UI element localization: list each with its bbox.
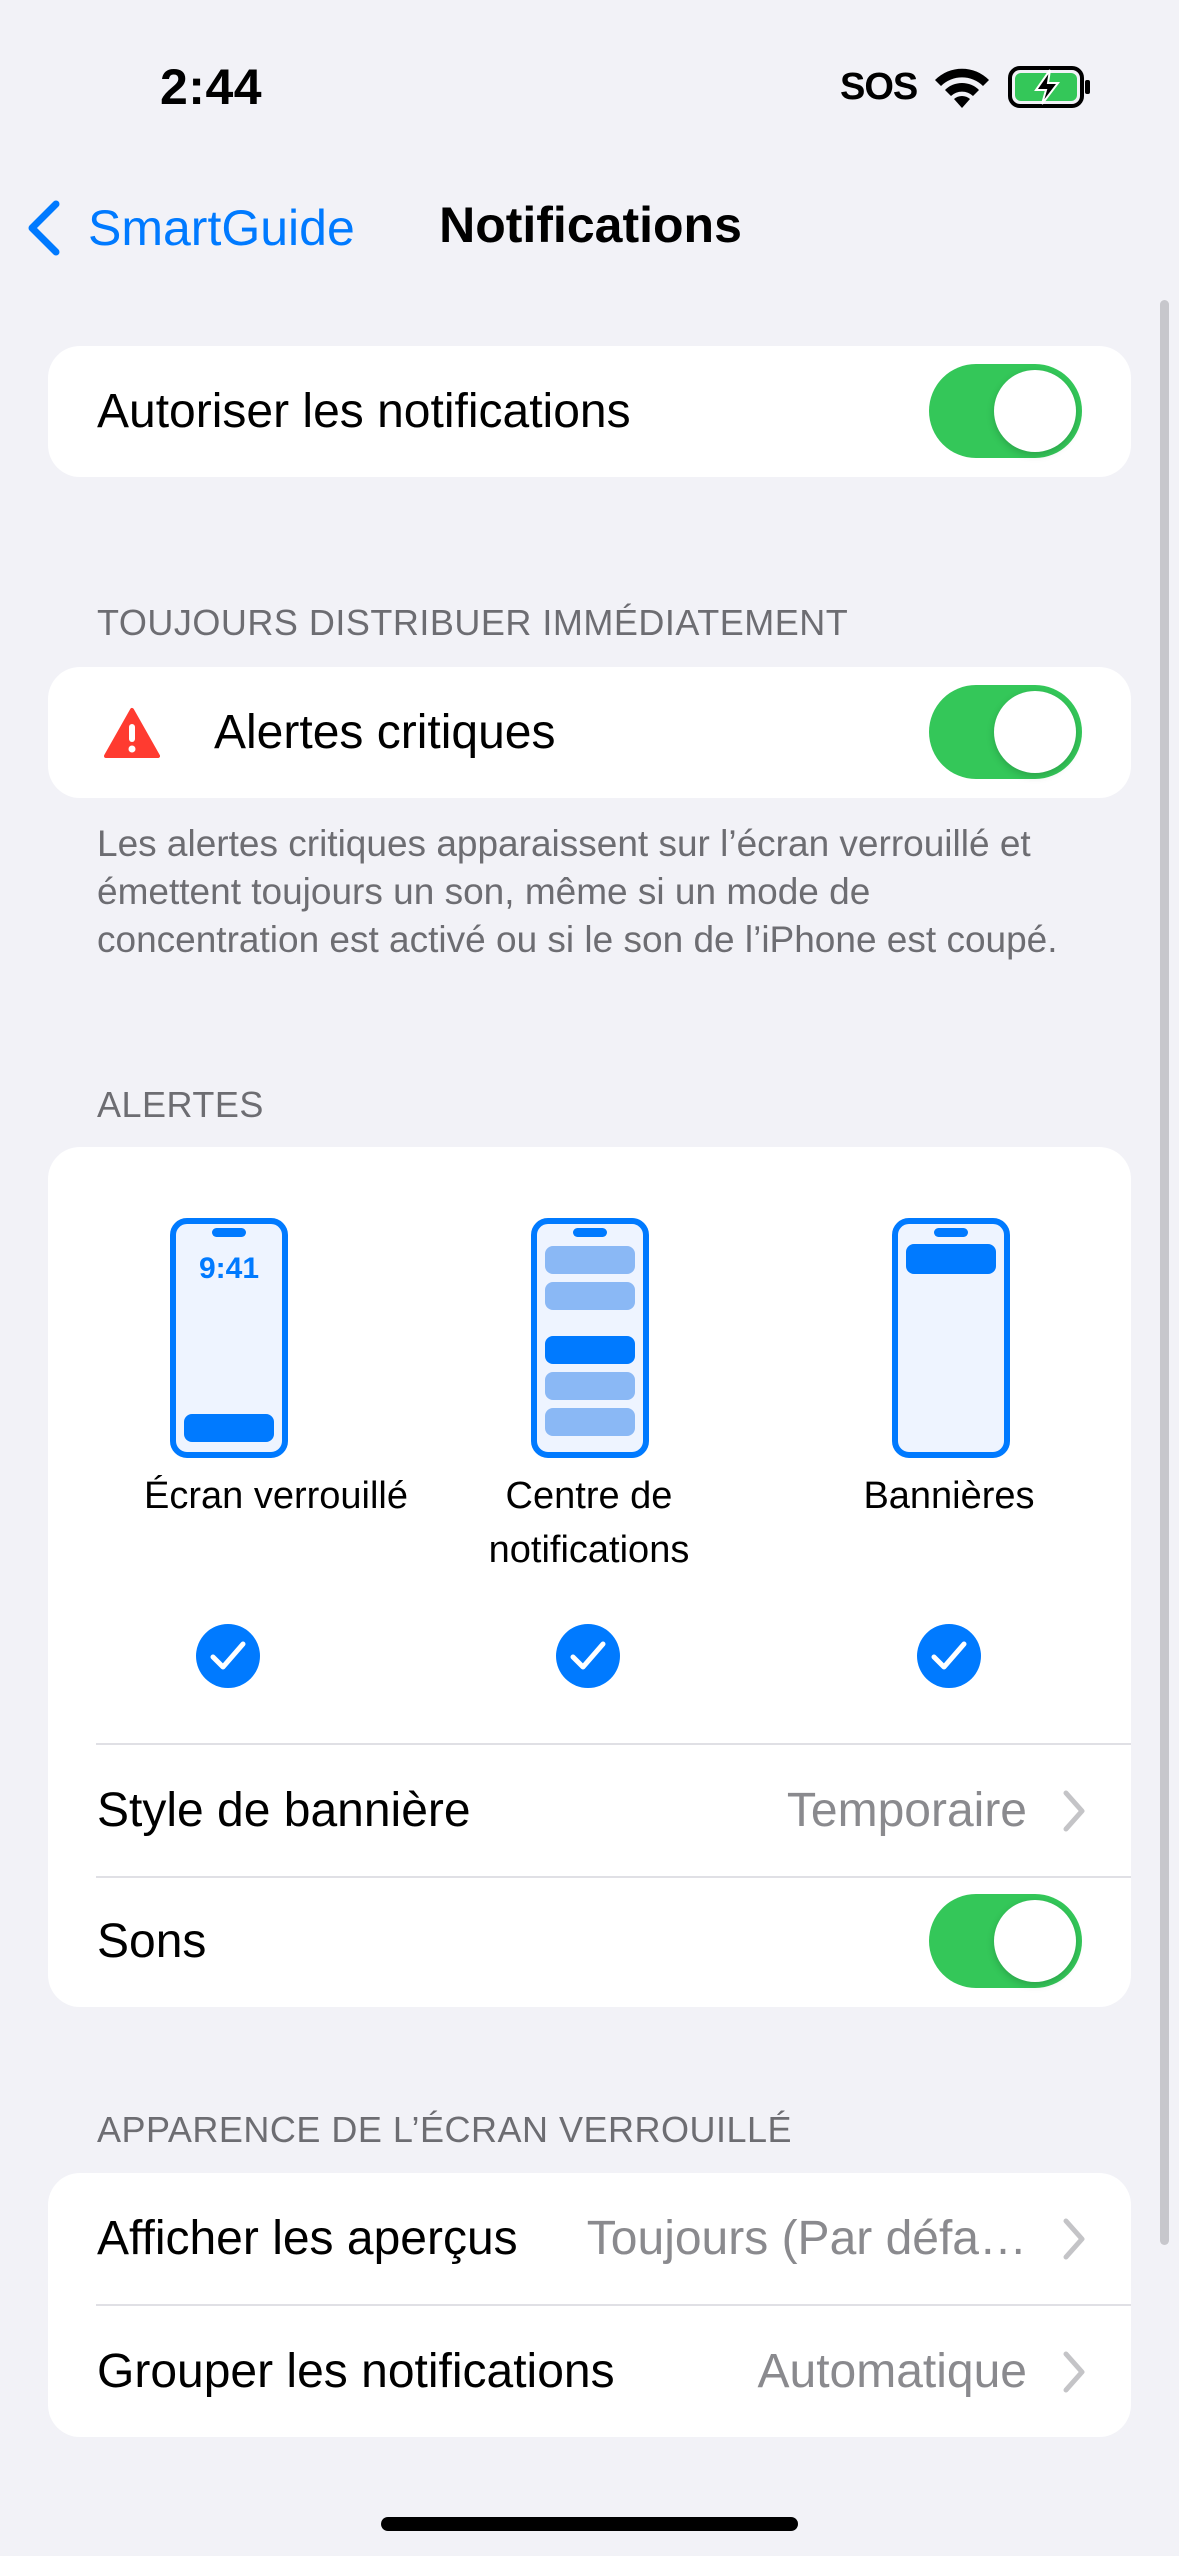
lock-screen-clock: 9:41 xyxy=(199,1252,259,1285)
chevron-right-icon xyxy=(1063,1790,1085,1832)
critical-alerts-label: Alertes critiques xyxy=(214,706,556,759)
sounds-label: Sons xyxy=(97,1915,207,1968)
critical-alerts-toggle[interactable] xyxy=(929,685,1082,779)
checkmark-icon xyxy=(570,1641,606,1670)
show-previews-row[interactable]: Afficher les aperçus Toujours (Par défa… xyxy=(48,2173,1131,2304)
critical-section-header: TOUJOURS DISTRIBUER IMMÉDIATEMENT xyxy=(97,602,849,643)
banners-caption: Bannières xyxy=(863,1475,1035,1517)
notification-center-checkbox[interactable] xyxy=(556,1624,620,1688)
home-indicator[interactable] xyxy=(381,2517,798,2531)
notification-center-preview-icon[interactable] xyxy=(531,1218,649,1458)
allow-notifications-card: Autoriser les notifications xyxy=(48,346,1131,477)
grouping-row[interactable]: Grouper les notifications Automatique xyxy=(48,2306,1131,2437)
wifi-icon xyxy=(935,68,989,108)
banner-style-row[interactable]: Style de bannière Temporaire xyxy=(48,1745,1131,1876)
chevron-left-icon xyxy=(28,200,60,256)
lock-screen-checkbox[interactable] xyxy=(196,1624,260,1688)
critical-alerts-row: Alertes critiques xyxy=(48,667,1131,798)
scrollbar[interactable] xyxy=(1160,300,1169,2245)
banner-style-value: Temporaire xyxy=(786,1784,1027,1837)
warning-icon xyxy=(104,708,160,758)
banners-preview-icon[interactable] xyxy=(892,1218,1010,1458)
critical-alerts-card: Alertes critiques xyxy=(48,667,1131,798)
grouping-label: Grouper les notifications xyxy=(97,2345,615,2398)
lock-screen-card: Afficher les aperçus Toujours (Par défa…… xyxy=(48,2173,1131,2437)
show-previews-label: Afficher les aperçus xyxy=(97,2212,518,2265)
lock-screen-preview-icon[interactable]: 9:41 xyxy=(170,1218,288,1458)
back-button-label: SmartGuide xyxy=(88,200,355,256)
allow-notifications-toggle[interactable] xyxy=(929,364,1082,458)
banner-style-label: Style de bannière xyxy=(97,1784,471,1837)
status-time: 2:44 xyxy=(160,59,263,115)
sounds-toggle[interactable] xyxy=(929,1894,1082,1988)
lock-screen-section-header: APPARENCE DE L’ÉCRAN VERROUILLÉ xyxy=(97,2109,793,2150)
sos-indicator: SOS xyxy=(840,66,918,108)
chevron-right-icon xyxy=(1063,2351,1085,2393)
alerts-section-header: ALERTES xyxy=(97,1084,264,1125)
sounds-row: Sons xyxy=(48,1876,1131,2007)
battery-charging-icon xyxy=(1008,66,1090,108)
allow-notifications-label: Autoriser les notifications xyxy=(97,385,631,438)
checkmark-icon xyxy=(210,1641,246,1670)
chevron-right-icon xyxy=(1063,2218,1085,2260)
show-previews-value: Toujours (Par défa… xyxy=(586,2212,1027,2265)
allow-notifications-row: Autoriser les notifications xyxy=(48,346,1131,477)
banners-checkbox[interactable] xyxy=(917,1624,981,1688)
critical-footnote: Les alertes critiques apparaissent sur l… xyxy=(97,823,1058,960)
back-button[interactable]: SmartGuide xyxy=(22,190,355,266)
alerts-card: 9:41 Écran verrouillé Centre de notifica… xyxy=(48,1147,1131,2007)
grouping-value: Automatique xyxy=(757,2345,1027,2398)
checkmark-icon xyxy=(931,1641,967,1670)
notification-center-caption: Centre de notifications xyxy=(488,1475,690,1571)
